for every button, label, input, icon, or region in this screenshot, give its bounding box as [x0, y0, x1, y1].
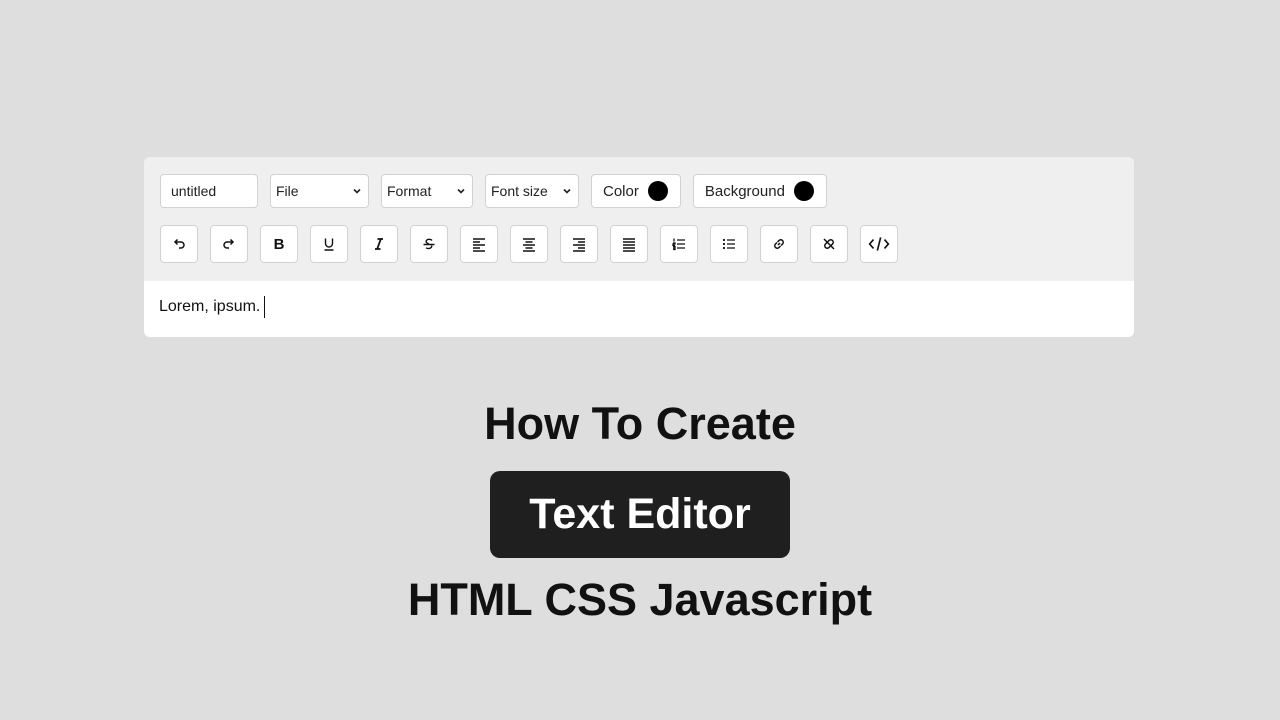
link-icon [774, 239, 784, 249]
text-color-label: Color [603, 182, 639, 200]
italic-button[interactable] [360, 225, 398, 263]
document-title-input[interactable] [160, 174, 258, 208]
strikethrough-button[interactable] [410, 225, 448, 263]
align-justify-icon [623, 238, 635, 252]
align-right-button[interactable] [560, 225, 598, 263]
format-select[interactable]: Format [381, 174, 473, 208]
ordered-list-button[interactable] [660, 225, 698, 263]
chevron-down-icon [563, 188, 571, 194]
underline-button[interactable] [310, 225, 348, 263]
redo-button[interactable] [210, 225, 248, 263]
format-select-label: Format [387, 183, 432, 199]
headline-tech-stack: HTML CSS Javascript [407, 574, 873, 625]
bold-button[interactable]: B [260, 225, 298, 263]
formatting-toolbar: B [160, 225, 898, 263]
align-center-button[interactable] [510, 225, 548, 263]
background-color-picker[interactable]: Background [692, 174, 827, 208]
chevron-down-icon [353, 188, 361, 194]
italic-icon [375, 238, 383, 250]
align-left-icon [473, 238, 485, 252]
align-center-icon [523, 238, 535, 252]
align-left-button[interactable] [460, 225, 498, 263]
unordered-list-button[interactable] [710, 225, 748, 263]
strikethrough-icon [423, 238, 435, 250]
align-justify-button[interactable] [610, 225, 648, 263]
unordered-list-icon [722, 238, 735, 250]
text-color-swatch[interactable] [647, 181, 668, 201]
code-view-button[interactable] [860, 225, 898, 263]
text-caret [264, 296, 266, 318]
ordered-list-icon [672, 238, 685, 251]
editor-content-area[interactable]: Lorem, ipsum. [144, 281, 1134, 337]
editor-content-text: Lorem, ipsum. [159, 298, 261, 316]
redo-icon [223, 238, 235, 249]
text-editor: File Format Font size Color Background B [144, 157, 1134, 337]
align-right-icon [573, 238, 585, 252]
code-icon [868, 237, 890, 251]
headline-pill: Text Editor [490, 471, 790, 558]
background-color-label: Background [704, 182, 785, 200]
editor-top-bar: File Format Font size Color Background [160, 174, 827, 208]
file-select-label: File [276, 183, 299, 199]
underline-icon [324, 238, 334, 251]
unlink-button[interactable] [810, 225, 848, 263]
background-color-swatch[interactable] [793, 181, 814, 201]
chevron-down-icon [457, 188, 465, 194]
headline-how-to-create: How To Create [484, 398, 796, 449]
font-size-select-label: Font size [491, 183, 548, 199]
headline-pill-text: Text Editor [529, 490, 751, 538]
font-size-select[interactable]: Font size [485, 174, 579, 208]
text-color-picker[interactable]: Color [591, 174, 681, 208]
undo-icon [173, 238, 185, 249]
unlink-icon [823, 238, 835, 250]
link-button[interactable] [760, 225, 798, 263]
file-select[interactable]: File [270, 174, 369, 208]
undo-button[interactable] [160, 225, 198, 263]
bold-icon: B [273, 235, 285, 253]
